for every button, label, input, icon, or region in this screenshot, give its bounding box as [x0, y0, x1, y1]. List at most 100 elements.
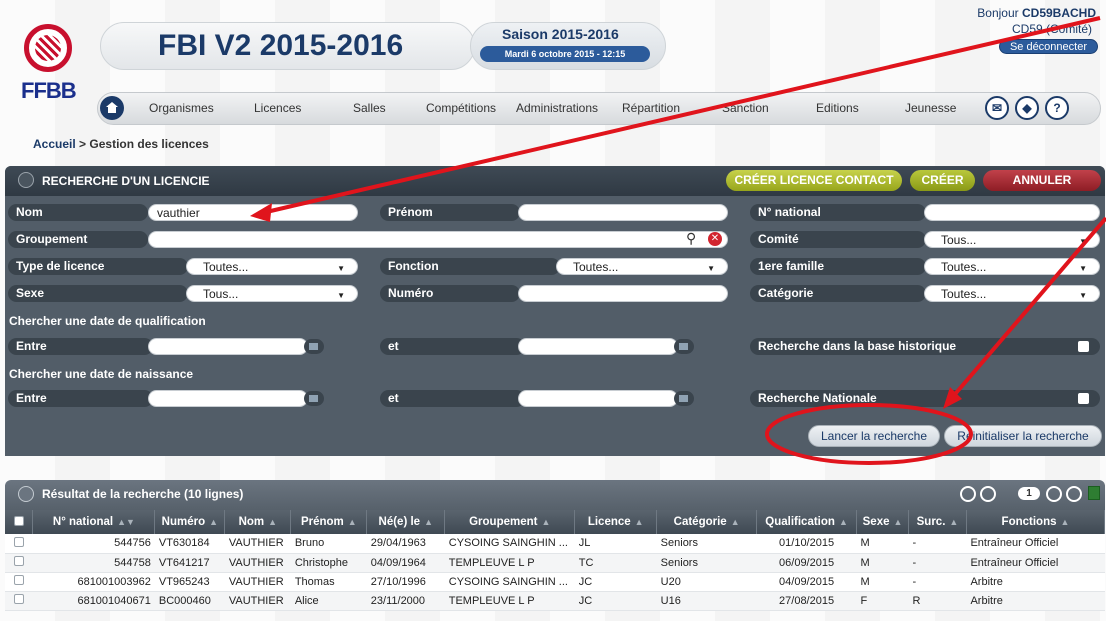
sexe-select[interactable]: Tous...	[186, 285, 358, 304]
first-page-icon[interactable]	[960, 486, 976, 502]
launch-search-button[interactable]: Lancer la recherche	[808, 425, 940, 447]
current-page[interactable]: 1	[1018, 487, 1040, 500]
app-title: FBI V2 2015-2016	[158, 29, 404, 62]
clear-icon[interactable]: ✕	[708, 232, 722, 246]
table-cell: Seniors	[656, 534, 757, 554]
table-cell: Arbitre	[966, 591, 1105, 611]
column-header[interactable]: Qualification ▲	[756, 510, 858, 534]
sort-icon: ▲	[1060, 517, 1070, 527]
next-page-icon[interactable]	[1046, 486, 1062, 502]
breadcrumb-separator: >	[79, 137, 87, 151]
calendar-icon[interactable]	[674, 339, 694, 354]
select-all-checkbox[interactable]	[13, 515, 24, 526]
birth-end-date-input[interactable]	[518, 390, 678, 407]
table-cell: -	[908, 553, 967, 573]
table-cell: Christophe	[290, 553, 367, 573]
row-checkbox-cell[interactable]	[5, 553, 33, 573]
column-header[interactable]: Numéro ▲	[154, 510, 226, 534]
table-cell: VAUTHIER	[224, 553, 291, 573]
breadcrumb: Accueil > Gestion des licences	[33, 137, 209, 151]
column-header[interactable]: Licence ▲	[574, 510, 658, 534]
create-button[interactable]: CRÉER	[910, 170, 975, 191]
prenom-input[interactable]	[518, 204, 728, 221]
table-row[interactable]: 681001003962 VT965243 VAUTHIER Thomas 27/10/…	[5, 572, 1105, 592]
table-cell: JC	[574, 591, 657, 611]
home-icon[interactable]	[100, 96, 124, 120]
license-type-select[interactable]: Toutes...	[186, 258, 358, 277]
table-row[interactable]: 544756 VT630184 VAUTHIER Bruno 29/04/1963 CYS…	[5, 534, 1105, 554]
birth-start-date-input[interactable]	[148, 390, 308, 407]
table-cell: TEMPLEUVE L P	[444, 553, 575, 573]
help-icon[interactable]: ?	[1045, 96, 1069, 120]
national-search-checkbox[interactable]	[1078, 393, 1089, 404]
select-all-header[interactable]	[5, 510, 34, 534]
column-header[interactable]: Catégorie ▲	[656, 510, 758, 534]
column-header[interactable]: Nom ▲	[224, 510, 292, 534]
excel-export-icon[interactable]	[1088, 486, 1100, 500]
previous-page-icon[interactable]	[980, 486, 996, 502]
book-icon[interactable]: ◆	[1015, 96, 1039, 120]
comite-select[interactable]: Tous...	[924, 231, 1100, 250]
nav-repartition[interactable]: Répartition	[622, 101, 680, 115]
column-header[interactable]: Sexe ▲	[856, 510, 910, 534]
national-number-input[interactable]	[924, 204, 1100, 221]
row-checkbox[interactable]	[13, 575, 24, 585]
sort-icon: ▲▼	[117, 517, 135, 527]
numero-input[interactable]	[518, 285, 728, 302]
mail-icon[interactable]: ✉	[985, 96, 1009, 120]
sort-icon: ▲	[838, 517, 848, 527]
table-cell: VAUTHIER	[224, 572, 291, 592]
table-row[interactable]: 544758 VT641217 VAUTHIER Christophe 04/09/19…	[5, 553, 1105, 573]
qualif-end-date-input[interactable]	[518, 338, 678, 355]
table-cell: Thomas	[290, 572, 367, 592]
fonction-select[interactable]: Toutes...	[556, 258, 728, 277]
calendar-icon[interactable]	[304, 391, 324, 406]
ffbb-logo-icon[interactable]	[24, 24, 72, 72]
cancel-button[interactable]: ANNULER	[983, 170, 1101, 191]
nav-jeunesse[interactable]: Jeunesse	[905, 101, 956, 115]
search-icon[interactable]: ⚲	[686, 230, 696, 247]
breadcrumb-home[interactable]: Accueil	[33, 137, 76, 151]
table-cell: 23/11/2000	[366, 591, 445, 611]
qualif-start-date-input[interactable]	[148, 338, 308, 355]
table-cell: Seniors	[656, 553, 757, 573]
nav-competitions[interactable]: Compétitions	[426, 101, 496, 115]
column-header[interactable]: Fonctions ▲	[966, 510, 1106, 534]
row-checkbox-cell[interactable]	[5, 534, 33, 554]
first-family-select[interactable]: Toutes...	[924, 258, 1100, 277]
sort-icon: ▲	[268, 517, 278, 527]
app-title-pill: FBI V2 2015-2016	[100, 22, 475, 70]
nav-licences[interactable]: Licences	[254, 101, 301, 115]
nom-input[interactable]: vauthier	[148, 204, 358, 221]
row-checkbox[interactable]	[13, 536, 24, 547]
groupement-input[interactable]	[148, 231, 728, 248]
logout-button[interactable]: Se déconnecter	[998, 39, 1098, 54]
calendar-icon[interactable]	[674, 391, 694, 406]
row-checkbox[interactable]	[13, 594, 24, 604]
categorie-select[interactable]: Toutes...	[924, 285, 1100, 304]
reset-search-button[interactable]: Réinitialiser la recherche	[944, 425, 1102, 447]
table-cell: 04/09/2015	[756, 572, 857, 592]
nav-sanction[interactable]: Sanction	[722, 101, 769, 115]
column-header[interactable]: Groupement ▲	[444, 510, 576, 534]
nav-editions[interactable]: Editions	[816, 101, 859, 115]
column-header[interactable]: N° national ▲▼	[32, 510, 156, 534]
column-header[interactable]: Né(e) le ▲	[366, 510, 446, 534]
table-cell: M	[856, 553, 909, 573]
row-checkbox-cell[interactable]	[5, 591, 33, 611]
create-contact-license-button[interactable]: CRÉER LICENCE CONTACT	[726, 170, 902, 191]
column-header[interactable]: Prénom ▲	[290, 510, 368, 534]
row-checkbox-cell[interactable]	[5, 572, 33, 592]
last-page-icon[interactable]	[1066, 486, 1082, 502]
nav-organismes[interactable]: Organismes	[149, 101, 214, 115]
nav-administrations[interactable]: Administrations	[516, 101, 598, 115]
row-checkbox[interactable]	[13, 556, 24, 566]
nom-label: Nom	[8, 204, 148, 221]
historical-search-checkbox[interactable]	[1078, 341, 1089, 352]
table-row[interactable]: 681001040671 BC000460 VAUTHIER Alice 23/11/2…	[5, 591, 1105, 611]
nav-salles[interactable]: Salles	[353, 101, 386, 115]
calendar-icon[interactable]	[304, 339, 324, 354]
column-header[interactable]: Surc. ▲	[908, 510, 967, 534]
table-cell: CYSOING SAINGHIN ...	[444, 534, 575, 554]
table-cell: 01/10/2015	[756, 534, 857, 554]
